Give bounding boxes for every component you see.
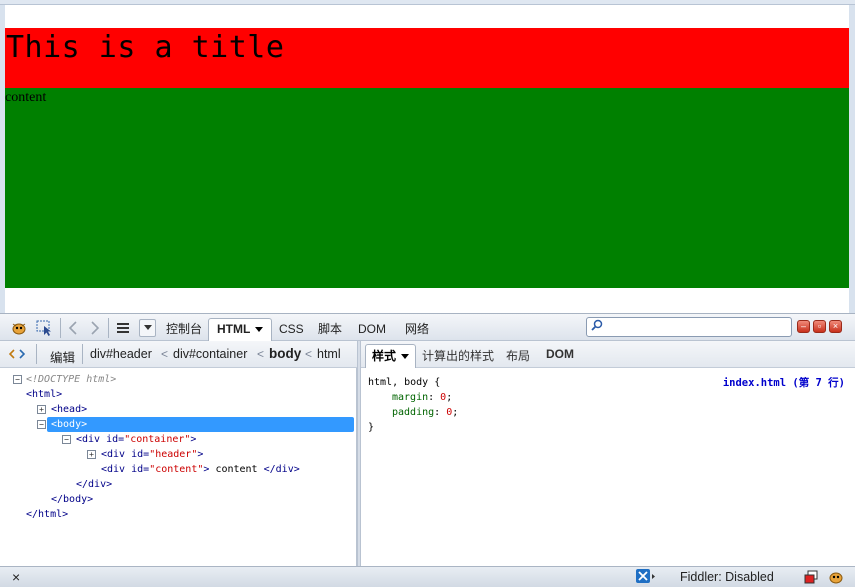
tab-script[interactable]: 脚本	[318, 320, 342, 340]
tree-head[interactable]: <head>	[51, 402, 87, 417]
chevron-down-icon	[401, 354, 410, 359]
tree-body-selected[interactable]: <body>	[47, 417, 354, 432]
chevron-down-icon	[255, 327, 264, 332]
firebug-toolbar: 控制台 HTML CSS 脚本 DOM 网络 – ▫ ×	[0, 313, 855, 341]
status-bar: × Fiddler: Disabled	[0, 566, 855, 587]
page-title: This is a title	[6, 30, 285, 65]
crumb-div-container[interactable]: div#container	[173, 347, 247, 361]
expand-icon[interactable]: +	[37, 405, 46, 414]
forward-arrow-icon[interactable]	[86, 319, 104, 337]
search-icon	[591, 319, 603, 334]
crumb-separator: <	[257, 347, 265, 361]
close-icon[interactable]: ×	[829, 320, 842, 333]
tab-side-dom[interactable]: DOM	[546, 347, 574, 361]
tree-doctype[interactable]: <!DOCTYPE html>	[26, 372, 116, 387]
statusbar-close-button[interactable]: ×	[12, 569, 20, 585]
fiddler-status[interactable]: Fiddler: Disabled	[680, 570, 774, 584]
tree-html[interactable]: <html>	[26, 387, 62, 402]
tab-css[interactable]: CSS	[279, 320, 304, 340]
css-close-brace: }	[368, 422, 375, 433]
back-arrow-icon[interactable]	[64, 319, 82, 337]
menu-dropdown-icon[interactable]	[139, 319, 156, 337]
detach-icon[interactable]: ▫	[813, 320, 826, 333]
side-tabs: 样式 计算出的样式 布局 DOM	[361, 341, 855, 368]
tree-html-close[interactable]: </html>	[26, 507, 68, 522]
html-panel: 编辑 div#header < div#container < body < h…	[0, 341, 357, 566]
tree-div-container[interactable]: <div id="container">	[76, 432, 196, 447]
css-declaration[interactable]: padding: 0;	[368, 405, 458, 420]
tab-console[interactable]: 控制台	[166, 320, 202, 340]
tree-div-close[interactable]: </div>	[76, 477, 112, 492]
crumb-div-header[interactable]: div#header	[90, 347, 152, 361]
crumb-html[interactable]: html	[317, 347, 341, 361]
tree-body-close[interactable]: </body>	[51, 492, 93, 507]
fiddler-icon[interactable]	[636, 569, 656, 587]
code-view-icon[interactable]	[8, 345, 26, 363]
tree-div-header[interactable]: <div id="header">	[101, 447, 203, 462]
page-content: content	[5, 88, 849, 288]
menu-list-icon[interactable]	[114, 319, 132, 337]
collapse-icon[interactable]: −	[37, 420, 46, 429]
collapse-icon[interactable]: −	[13, 375, 22, 384]
window-mode-icon[interactable]	[804, 570, 818, 587]
source-link[interactable]: index.html (第 7 行)	[723, 375, 845, 390]
tab-computed-style[interactable]: 计算出的样式	[422, 347, 494, 364]
minimize-icon[interactable]: –	[797, 320, 810, 333]
css-selector[interactable]: html, body {	[368, 375, 458, 390]
browser-window: This is a title content 控制台 HTML CSS 脚本 …	[0, 0, 855, 587]
breadcrumb: 编辑 div#header < div#container < body < h…	[0, 341, 357, 368]
crumb-separator: <	[161, 347, 169, 361]
css-rule: html, body { margin: 0; padding: 0; }	[368, 375, 458, 435]
search-box[interactable]	[586, 317, 792, 337]
search-input[interactable]	[607, 319, 787, 335]
firebug-bug-icon[interactable]	[10, 319, 28, 337]
style-panel: 样式 计算出的样式 布局 DOM index.html (第 7 行) html…	[361, 341, 855, 566]
tab-html[interactable]: HTML	[208, 318, 273, 341]
tab-html-label: HTML	[217, 322, 251, 336]
tab-layout[interactable]: 布局	[506, 347, 530, 364]
edit-button[interactable]: 编辑	[50, 347, 75, 366]
inspect-element-icon[interactable]	[36, 319, 54, 337]
css-declaration[interactable]: margin: 0;	[368, 390, 458, 405]
firebug-panel: 控制台 HTML CSS 脚本 DOM 网络 – ▫ × 编辑 div#head…	[0, 313, 855, 587]
page-header: This is a title	[5, 28, 849, 88]
collapse-icon[interactable]: −	[62, 435, 71, 444]
crumb-body[interactable]: body	[269, 346, 301, 361]
tab-dom[interactable]: DOM	[358, 320, 386, 340]
firebug-status-icon[interactable]	[827, 569, 845, 587]
tab-style[interactable]: 样式	[365, 344, 417, 368]
tab-network[interactable]: 网络	[405, 320, 429, 340]
expand-icon[interactable]: +	[87, 450, 96, 459]
page-viewport: This is a title content	[5, 5, 849, 313]
tree-div-content[interactable]: <div id="content"> content </div>	[101, 462, 300, 477]
window-border-right	[849, 5, 855, 313]
content-text: content	[5, 90, 47, 105]
crumb-separator: <	[305, 347, 313, 361]
